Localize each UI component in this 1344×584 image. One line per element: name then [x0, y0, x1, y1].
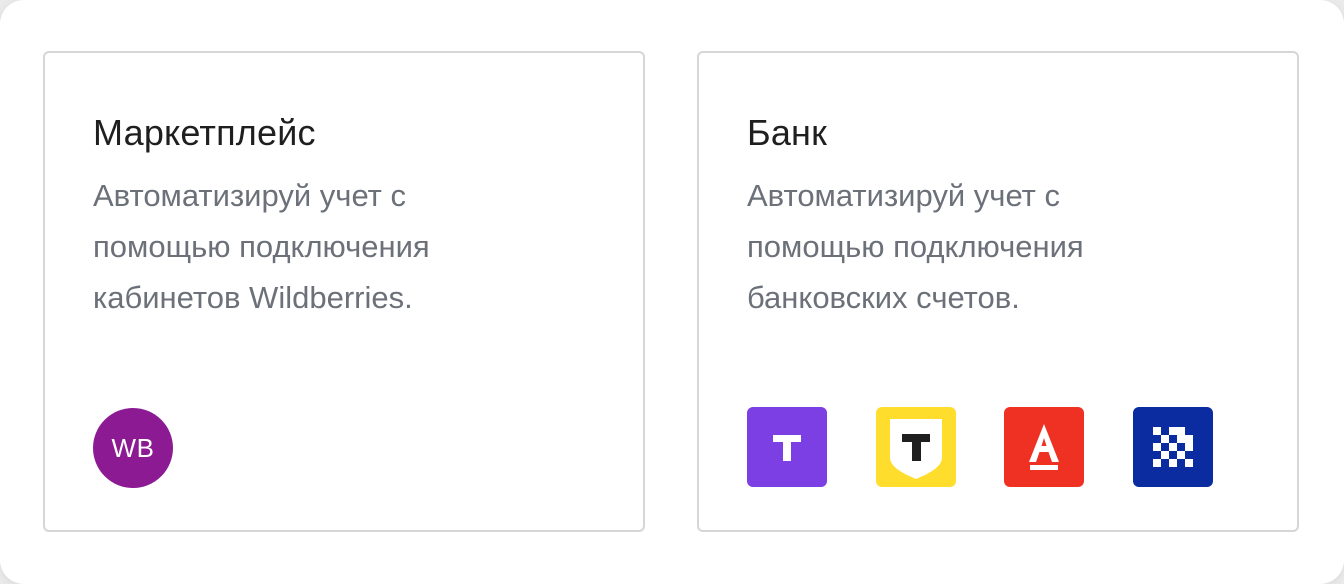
- card-title: Маркетплейс: [93, 112, 316, 153]
- t-bank-purple-logo-icon: [747, 407, 827, 487]
- marketplace-card[interactable]: Маркетплейс Автоматизируй учет с помощью…: [43, 51, 645, 532]
- bank-logos: [747, 407, 1213, 487]
- card-description: Автоматизируй учет с помощью подключения…: [93, 178, 430, 315]
- pixel-bank-logo-icon: [1133, 407, 1213, 487]
- t-bank-yellow-shield-logo-icon: [876, 407, 956, 487]
- alfa-bank-logo-icon: [1004, 407, 1084, 487]
- card-title: Банк: [747, 112, 828, 153]
- wildberries-logo-icon: WB: [93, 408, 173, 488]
- wildberries-logo-text: WB: [111, 432, 155, 463]
- integrations-panel: Маркетплейс Автоматизируй учет с помощью…: [0, 0, 1344, 584]
- bank-card[interactable]: Банк Автоматизируй учет с помощью подклю…: [697, 51, 1299, 532]
- card-description: Автоматизируй учет с помощью подключения…: [747, 178, 1084, 315]
